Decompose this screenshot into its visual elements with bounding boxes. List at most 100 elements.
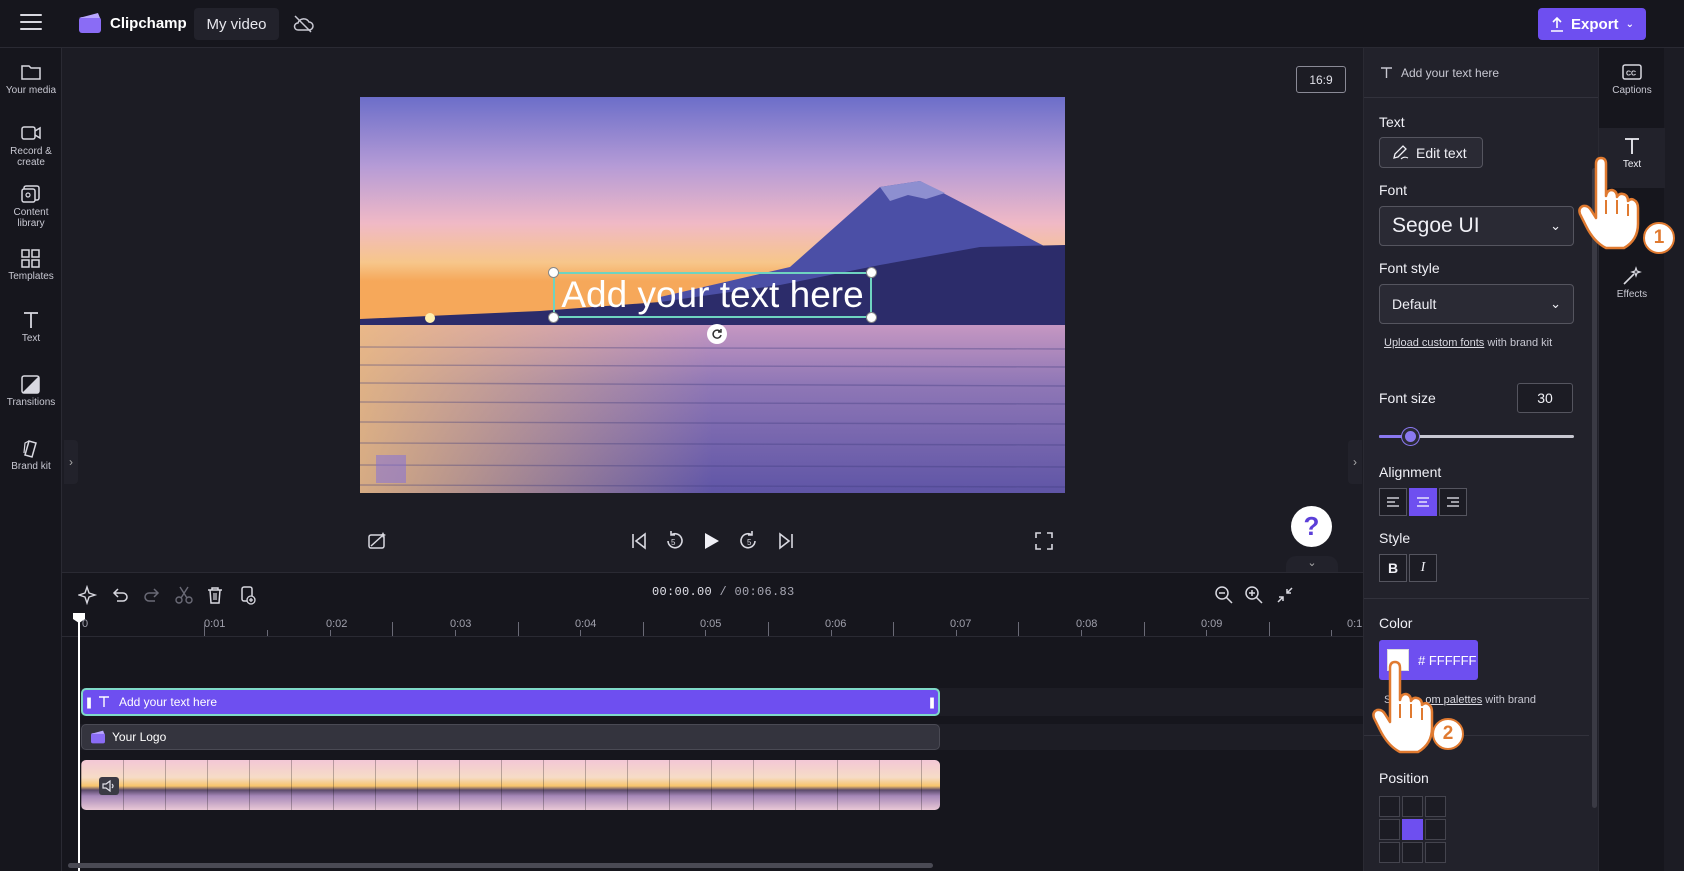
captions-icon: CC — [1622, 64, 1642, 80]
redo-icon[interactable] — [142, 585, 162, 605]
brand-kit-icon — [23, 440, 37, 458]
upload-fonts-note: Upload custom fonts with brand kit — [1384, 337, 1564, 350]
trim-handle-right[interactable]: ❚ — [926, 690, 938, 714]
font-size-slider-thumb[interactable] — [1402, 428, 1420, 445]
font-style-section-label: Font style — [1379, 260, 1440, 276]
mute-button[interactable] — [99, 777, 119, 795]
project-title[interactable]: My video — [194, 8, 279, 40]
sidebar-item-your-media[interactable]: Your media — [0, 62, 62, 96]
tab-captions[interactable]: CC Captions — [1599, 62, 1665, 122]
upload-fonts-link[interactable]: Upload custom fonts — [1384, 337, 1484, 349]
position-top-left[interactable] — [1379, 796, 1400, 817]
total-time: / 00:06.83 — [719, 585, 795, 599]
fullscreen-icon[interactable] — [1033, 530, 1055, 552]
resize-handle[interactable] — [866, 312, 877, 323]
position-middle-right[interactable] — [1425, 819, 1446, 840]
step-one-badge: 1 — [1643, 222, 1675, 254]
position-bottom-center[interactable] — [1402, 842, 1423, 863]
sidebar-item-record-create[interactable]: Record & create — [0, 123, 62, 168]
clipchamp-editor: Clipchamp My video Export ⌄ Your media R… — [0, 0, 1684, 871]
position-center[interactable] — [1402, 819, 1423, 840]
sidebar-item-brand-kit[interactable]: Brand kit — [0, 438, 62, 472]
sidebar-item-text[interactable]: Text — [0, 310, 62, 344]
expand-left-panel-button[interactable]: › — [64, 440, 78, 484]
zoom-in-icon[interactable] — [1244, 585, 1264, 605]
sidebar-item-content-library[interactable]: Content library — [0, 184, 62, 229]
effects-icon — [1623, 266, 1642, 285]
color-section-label: Color — [1379, 615, 1413, 631]
resize-handle[interactable] — [548, 267, 559, 278]
resize-handle[interactable] — [548, 312, 559, 323]
position-top-right[interactable] — [1425, 796, 1446, 817]
text-clip[interactable]: ❚ Add your text here ❚ — [81, 688, 940, 716]
fit-timeline-icon[interactable] — [1275, 585, 1295, 605]
playhead[interactable] — [78, 615, 80, 871]
ruler-label: 0:05 — [700, 618, 722, 630]
position-section-label: Position — [1379, 770, 1429, 786]
font-select[interactable]: Segoe UI ⌄ — [1379, 206, 1574, 246]
ruler-tick — [204, 622, 205, 636]
edit-text-button[interactable]: Edit text — [1379, 137, 1483, 168]
collapse-right-panel-button[interactable]: › — [1348, 440, 1362, 484]
step-two-badge: 2 — [1432, 718, 1464, 750]
export-button[interactable]: Export ⌄ — [1538, 8, 1646, 40]
position-middle-left[interactable] — [1379, 819, 1400, 840]
undo-icon[interactable] — [110, 585, 130, 605]
align-center-button[interactable] — [1409, 488, 1437, 516]
export-label: Export — [1571, 15, 1619, 33]
align-right-button[interactable] — [1439, 488, 1467, 516]
sidebar-item-transitions[interactable]: Transitions — [0, 374, 62, 408]
font-size-input[interactable]: 30 — [1517, 383, 1573, 413]
chevron-down-icon: ⌄ — [1550, 218, 1561, 233]
ruler-tick — [643, 622, 644, 636]
menu-icon[interactable] — [20, 14, 42, 32]
play-icon[interactable] — [700, 530, 722, 552]
position-bottom-left[interactable] — [1379, 842, 1400, 863]
timeline-ruler[interactable]: 0 0:01 0:02 0:03 0:04 0:05 0:06 0:07 0:0… — [62, 615, 1363, 637]
duplicate-icon[interactable] — [237, 585, 257, 605]
font-section-label: Font — [1379, 182, 1408, 198]
position-bottom-right[interactable] — [1425, 842, 1446, 863]
pointer-hand-icon — [1578, 156, 1640, 250]
ruler-tick — [1081, 630, 1082, 636]
align-left-icon — [1387, 497, 1399, 507]
resize-handle[interactable] — [866, 267, 877, 278]
skip-back-icon[interactable] — [628, 530, 650, 552]
text-section-label: Text — [1379, 114, 1405, 130]
trim-handle-left[interactable]: ❚ — [83, 690, 95, 714]
italic-button[interactable]: I — [1409, 554, 1437, 582]
cloud-off-icon[interactable] — [292, 14, 314, 34]
zoom-out-icon[interactable] — [1214, 585, 1234, 605]
clipchamp-logo-icon — [91, 730, 105, 744]
magic-icon[interactable] — [366, 530, 388, 552]
divider — [1364, 598, 1589, 599]
ruler-tick — [455, 630, 456, 636]
rotate-handle[interactable] — [707, 324, 727, 344]
rewind-5-icon[interactable]: 5 — [663, 530, 685, 552]
align-left-button[interactable] — [1379, 488, 1407, 516]
text-overlay[interactable]: Add your text here — [553, 272, 872, 318]
ruler-tick — [893, 622, 894, 636]
forward-5-icon[interactable]: 5 — [738, 530, 760, 552]
ruler-tick — [831, 630, 832, 636]
timeline-scrollbar[interactable] — [68, 863, 933, 868]
help-button[interactable]: ? — [1291, 506, 1332, 547]
skip-forward-icon[interactable] — [775, 530, 797, 552]
font-style-select[interactable]: Default ⌄ — [1379, 284, 1574, 324]
aspect-ratio-button[interactable]: 16:9 — [1296, 66, 1346, 93]
text-icon — [24, 312, 38, 328]
delete-icon[interactable] — [205, 585, 225, 605]
bold-button[interactable]: B — [1379, 554, 1407, 582]
pen-icon — [1393, 145, 1409, 160]
split-icon[interactable] — [174, 585, 194, 605]
tab-effects[interactable]: Effects — [1599, 266, 1665, 326]
ruler-tick — [1206, 630, 1207, 636]
position-top-center[interactable] — [1402, 796, 1423, 817]
font-size-slider[interactable] — [1379, 428, 1574, 445]
magic-tools-icon[interactable] — [78, 585, 98, 605]
panel-scrollbar[interactable] — [1592, 168, 1597, 808]
video-clip[interactable] — [81, 760, 940, 810]
ruler-label: 0:04 — [575, 618, 597, 630]
sidebar-item-templates[interactable]: Templates — [0, 248, 62, 282]
logo-clip[interactable]: Your Logo — [81, 724, 940, 750]
